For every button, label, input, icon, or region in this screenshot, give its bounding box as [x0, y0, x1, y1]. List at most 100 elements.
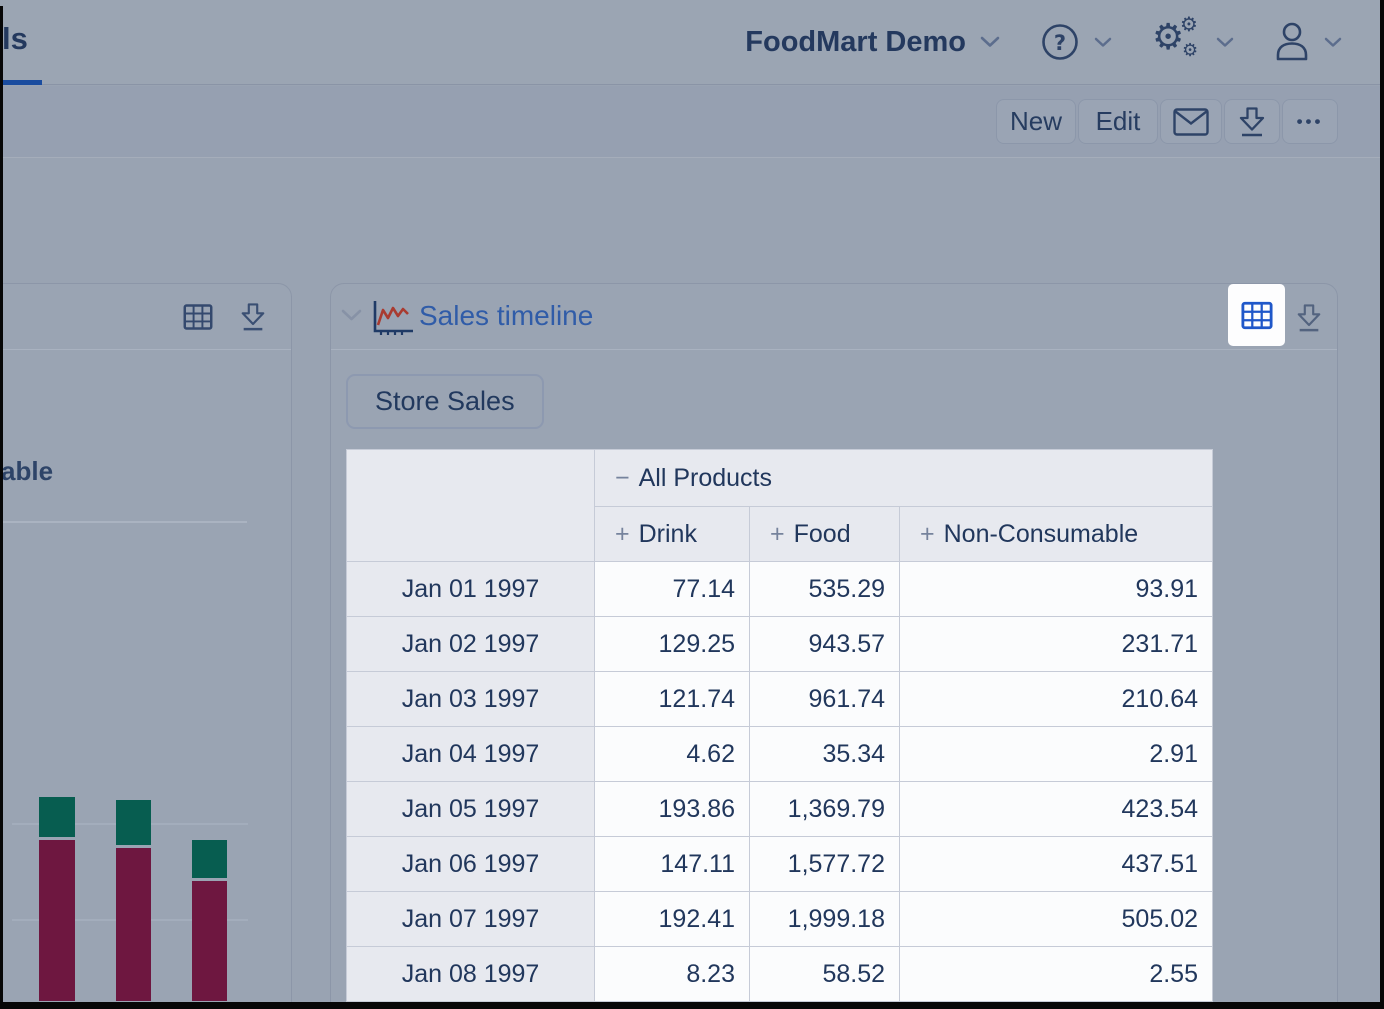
tour-spotlight	[1228, 284, 1285, 346]
settings-menu[interactable]: ⚙ ⚙ ⚙	[1152, 16, 1234, 68]
value-cell: 2.91	[900, 727, 1213, 782]
more-actions-button[interactable]: •••	[1282, 99, 1338, 144]
table-view-button[interactable]	[1241, 301, 1273, 330]
ellipsis-icon: •••	[1297, 112, 1324, 132]
table-row: Jan 04 19974.6235.342.91	[347, 727, 1213, 782]
edit-button[interactable]: Edit	[1078, 99, 1158, 144]
value-cell: 210.64	[900, 672, 1213, 727]
bar-segment-crimson	[39, 840, 75, 1001]
header-label: Drink	[639, 520, 697, 548]
nav-tab-dashboards-truncated[interactable]: ls	[2, 21, 28, 57]
pivot-table-body: Jan 01 199777.14535.2993.91Jan 02 199712…	[347, 562, 1213, 1002]
expand-toggle[interactable]: +	[770, 520, 785, 548]
chevron-down-icon	[1094, 37, 1112, 48]
user-menu[interactable]	[1274, 21, 1342, 63]
value-cell: 35.34	[750, 727, 900, 782]
left-bar-chart	[0, 284, 291, 1003]
value-cell: 505.02	[900, 892, 1213, 947]
line-chart-icon	[371, 299, 415, 339]
svg-text:?: ?	[1054, 31, 1066, 55]
value-cell: 93.91	[900, 562, 1213, 617]
value-cell: 943.57	[750, 617, 900, 672]
value-cell: 231.71	[900, 617, 1213, 672]
table-row: Jan 05 1997193.861,369.79423.54	[347, 782, 1213, 837]
value-cell: 192.41	[595, 892, 750, 947]
table-row: Jan 02 1997129.25943.57231.71	[347, 617, 1213, 672]
row-label: Jan 04 1997	[347, 727, 595, 782]
value-cell: 2.55	[900, 947, 1213, 1002]
chevron-down-icon	[1216, 37, 1234, 48]
value-cell: 121.74	[595, 672, 750, 727]
pivot-corner-cell	[347, 450, 595, 562]
expand-toggle[interactable]: +	[615, 520, 630, 548]
value-cell: 129.25	[595, 617, 750, 672]
stacked-bar	[116, 800, 151, 1001]
window-edge-right	[1380, 0, 1384, 1009]
row-label: Jan 01 1997	[347, 562, 595, 617]
workspace-label: FoodMart Demo	[745, 26, 966, 59]
export-button[interactable]	[1224, 99, 1280, 144]
table-row: Jan 06 1997147.111,577.72437.51	[347, 837, 1213, 892]
collapse-chevron-icon[interactable]	[341, 309, 362, 322]
table-row: Jan 01 199777.14535.2993.91	[347, 562, 1213, 617]
sales-timeline-header: Sales timeline	[331, 284, 1337, 350]
value-cell: 193.86	[595, 782, 750, 837]
value-cell: 77.14	[595, 562, 750, 617]
bar-segment-teal	[116, 800, 151, 845]
chevron-down-icon	[1324, 37, 1342, 48]
row-label: Jan 02 1997	[347, 617, 595, 672]
bar-segment-teal	[39, 797, 75, 837]
toolbar-button-group: New Edit •••	[996, 99, 1338, 144]
value-cell: 1,577.72	[750, 837, 900, 892]
settings-gears-icon: ⚙ ⚙ ⚙	[1152, 16, 1202, 68]
chevron-down-icon	[980, 36, 1000, 48]
column-group-header[interactable]: −All Products	[595, 450, 1213, 507]
value-cell: 1,369.79	[750, 782, 900, 837]
dashboard-toolbar: New Edit •••	[0, 86, 1384, 158]
stacked-bar	[192, 840, 227, 1001]
bar-segment-crimson	[116, 848, 151, 1001]
widget-title: Sales timeline	[419, 300, 593, 332]
table-row: Jan 03 1997121.74961.74210.64	[347, 672, 1213, 727]
send-email-button[interactable]	[1160, 99, 1222, 144]
collapse-toggle[interactable]: −	[615, 464, 630, 492]
table-row: Jan 07 1997192.411,999.18505.02	[347, 892, 1213, 947]
column-header-drink[interactable]: + Drink	[595, 507, 750, 562]
new-button[interactable]: New	[996, 99, 1076, 144]
workspace-menu[interactable]: FoodMart Demo	[745, 26, 1000, 59]
measure-chip-store-sales[interactable]: Store Sales	[346, 374, 544, 429]
table-row: Jan 08 19978.2358.522.55	[347, 947, 1213, 1002]
row-label: Jan 05 1997	[347, 782, 595, 837]
sales-timeline-card: Sales timeline S	[330, 283, 1338, 1004]
value-cell: 4.62	[595, 727, 750, 782]
value-cell: 147.11	[595, 837, 750, 892]
value-cell: 961.74	[750, 672, 900, 727]
download-icon	[1295, 303, 1323, 333]
value-cell: 535.29	[750, 562, 900, 617]
left-widget-card: able	[0, 283, 292, 1004]
app-window: ls FoodMart Demo ?	[0, 0, 1384, 1009]
expand-toggle[interactable]: +	[920, 520, 935, 548]
value-cell: 58.52	[750, 947, 900, 1002]
envelope-icon	[1173, 108, 1209, 136]
header-label: Food	[794, 520, 851, 548]
row-label: Jan 03 1997	[347, 672, 595, 727]
row-label: Jan 06 1997	[347, 837, 595, 892]
help-icon: ?	[1040, 22, 1080, 62]
row-label: Jan 08 1997	[347, 947, 595, 1002]
row-label: Jan 07 1997	[347, 892, 595, 947]
window-edge-left	[0, 6, 3, 1009]
help-menu[interactable]: ?	[1040, 22, 1112, 62]
bar-segment-teal	[192, 840, 227, 878]
widget-export-button[interactable]	[1295, 303, 1323, 333]
active-tab-indicator	[0, 80, 42, 85]
value-cell: 1,999.18	[750, 892, 900, 947]
bar-segment-crimson	[192, 881, 227, 1001]
column-header-non-consumable[interactable]: +Non-Consumable	[900, 507, 1213, 562]
column-header-food[interactable]: + Food	[750, 507, 900, 562]
stacked-bar	[39, 797, 75, 1001]
value-cell: 8.23	[595, 947, 750, 1002]
top-nav-right: FoodMart Demo ? ⚙ ⚙	[745, 0, 1342, 84]
pivot-table-head: −All Products + Drink + Food +Non-Consumable	[347, 450, 1213, 562]
value-cell: 437.51	[900, 837, 1213, 892]
